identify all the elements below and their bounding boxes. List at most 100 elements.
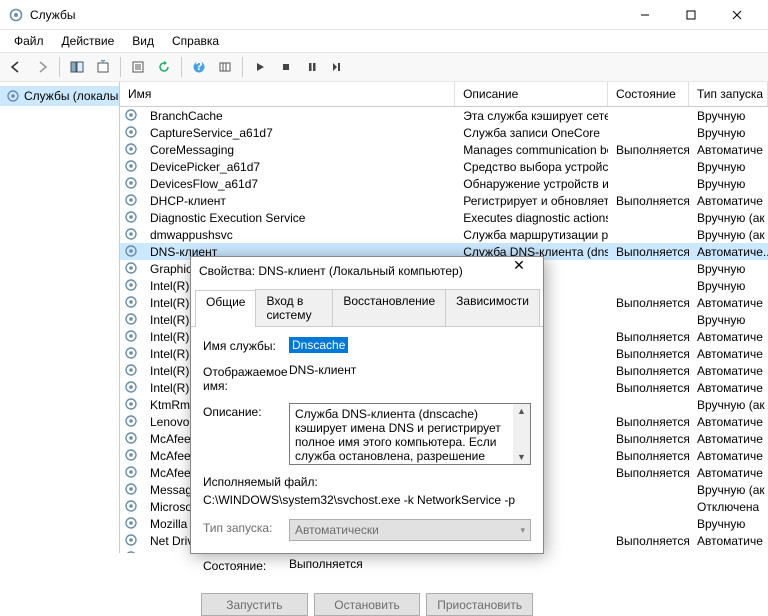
gear-icon [124, 142, 140, 158]
cell-description: Эта служба кэширует сетев… [455, 108, 608, 124]
cell-state [608, 183, 689, 185]
service-row[interactable]: DevicePicker_a61d7Средство выбора устрой… [120, 158, 768, 175]
cell-state: Выполняется [608, 533, 689, 549]
gear-icon [124, 278, 140, 294]
service-row[interactable]: DHCP-клиентРегистрирует и обновляет I…Вы… [120, 192, 768, 209]
description-textbox[interactable]: Служба DNS-клиента (dnscache) кэширует и… [289, 403, 531, 465]
stop-button[interactable]: Остановить [314, 593, 421, 616]
service-row[interactable]: dmwappushsvcСлужба маршрутизации pu…Вруч… [120, 226, 768, 243]
cell-startup: Вручную [689, 278, 768, 294]
cell-state: Выполняется [608, 465, 689, 481]
cell-state [608, 319, 689, 321]
column-header-state[interactable]: Состояние [608, 82, 689, 106]
column-header-startup[interactable]: Тип запуска [689, 82, 768, 106]
service-row[interactable]: Diagnostic Execution ServiceExecutes dia… [120, 209, 768, 226]
cell-name: DHCP-клиент [142, 193, 455, 209]
toolbar-separator [59, 57, 60, 77]
window-title: Службы [30, 8, 622, 22]
gear-icon [124, 448, 140, 464]
service-row[interactable]: BranchCacheЭта служба кэширует сетев…Вру… [120, 107, 768, 124]
cell-startup: Вручную (ак [689, 210, 768, 226]
menu-file[interactable]: Файл [6, 32, 52, 50]
columns-button[interactable] [213, 55, 237, 79]
cell-name: BranchCache [142, 108, 455, 124]
cell-name: DevicePicker_a61d7 [142, 159, 455, 175]
maximize-button[interactable] [668, 0, 714, 30]
gear-icon [124, 176, 140, 192]
cell-state: Выполняется [608, 346, 689, 362]
show-hide-tree-button[interactable] [65, 55, 89, 79]
service-row[interactable]: CoreMessagingManages communication bet…В… [120, 141, 768, 158]
cell-state [608, 234, 689, 236]
minimize-button[interactable] [622, 0, 668, 30]
start-button[interactable]: Запустить [201, 593, 308, 616]
description-scrollbar[interactable]: ▲ ▼ [513, 404, 530, 464]
scroll-up-icon[interactable]: ▲ [515, 404, 528, 418]
tab-recovery[interactable]: Восстановление [332, 289, 446, 326]
cell-state [608, 132, 689, 134]
startup-type-select[interactable]: Автоматически ▾ [289, 519, 531, 541]
chevron-down-icon: ▾ [520, 525, 525, 536]
gear-icon [124, 159, 140, 175]
column-header-name[interactable]: Имя [120, 82, 455, 106]
cell-startup: Вручную [689, 516, 768, 532]
menu-action[interactable]: Действие [54, 32, 123, 50]
svg-text:?: ? [195, 60, 202, 73]
gear-icon [6, 89, 20, 103]
service-row[interactable]: CaptureService_a61d7Служба записи OneCor… [120, 124, 768, 141]
dialog-title: Свойства: DNS-клиент (Локальный компьюте… [199, 264, 503, 278]
gear-icon [124, 227, 140, 243]
gear-icon [124, 312, 140, 328]
cell-startup: Вручную [689, 159, 768, 175]
cell-startup: Вручную [689, 261, 768, 277]
restart-service-button[interactable] [326, 55, 350, 79]
refresh-button[interactable] [152, 55, 176, 79]
help-button[interactable]: ? [187, 55, 211, 79]
cell-startup: Вручную [689, 550, 768, 554]
gear-icon [124, 108, 140, 124]
cell-startup: Автоматиче [689, 142, 768, 158]
gear-icon [124, 210, 140, 226]
scroll-down-icon[interactable]: ▼ [515, 450, 528, 464]
cell-startup: Автоматиче [689, 414, 768, 430]
gear-icon [124, 465, 140, 481]
dialog-close-button[interactable]: ✕ [503, 257, 535, 285]
label-display-name: Отображаемое имя: [203, 363, 289, 393]
cell-startup: Автоматиче [689, 448, 768, 464]
startup-type-value: Автоматически [295, 523, 379, 537]
stop-service-button[interactable] [274, 55, 298, 79]
pause-service-button[interactable] [300, 55, 324, 79]
column-header-description[interactable]: Описание [455, 82, 608, 106]
cell-startup: Автоматиче [689, 193, 768, 209]
menu-view[interactable]: Вид [124, 32, 162, 50]
cell-startup: Вручную (ак [689, 227, 768, 243]
gear-icon [124, 380, 140, 396]
tab-logon[interactable]: Вход в систему [255, 289, 333, 326]
tab-dependencies[interactable]: Зависимости [445, 289, 540, 326]
tree-item-services-local[interactable]: Службы (локалы [0, 86, 119, 106]
cell-startup: Автоматиче... [689, 244, 768, 260]
toolbar: ? [0, 52, 768, 82]
cell-state: Выполняется [608, 431, 689, 447]
tab-general[interactable]: Общие [195, 290, 256, 327]
cell-name: CoreMessaging [142, 142, 455, 158]
properties-button[interactable] [126, 55, 150, 79]
cell-state [608, 506, 689, 508]
service-row[interactable]: DevicesFlow_a61d7Обнаружение устройств и… [120, 175, 768, 192]
cell-state: Выполняется [608, 448, 689, 464]
start-service-button[interactable] [248, 55, 272, 79]
cell-state: Выполняется [608, 193, 689, 209]
pause-button[interactable]: Приостановить [426, 593, 533, 616]
cell-state: Выполняется [608, 142, 689, 158]
nav-forward-button[interactable] [30, 55, 54, 79]
tree-item-label: Службы (локалы [24, 89, 118, 103]
gear-icon [124, 346, 140, 362]
menu-help[interactable]: Справка [164, 32, 227, 50]
gear-icon [124, 482, 140, 498]
close-button[interactable] [714, 0, 760, 30]
cell-startup: Вручную (ак [689, 397, 768, 413]
cell-state: Выполняется [608, 329, 689, 345]
gear-icon [8, 7, 24, 23]
export-button[interactable] [91, 55, 115, 79]
nav-back-button[interactable] [4, 55, 28, 79]
